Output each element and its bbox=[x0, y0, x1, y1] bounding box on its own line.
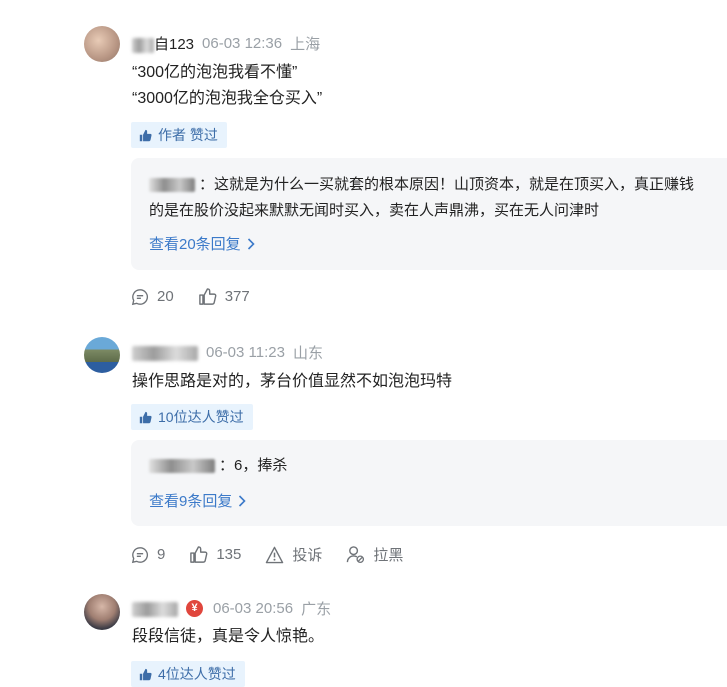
report-button[interactable]: 投诉 bbox=[265, 544, 322, 565]
thumbs-up-icon bbox=[139, 129, 152, 141]
username[interactable] bbox=[132, 344, 198, 361]
vip-badge-icon: ¥ bbox=[186, 600, 203, 617]
avatar[interactable] bbox=[84, 337, 120, 373]
thumbs-up-icon bbox=[198, 288, 217, 305]
comment-location: 山东 bbox=[292, 345, 323, 362]
comment-actions: 9 135 投诉 拉黑 bbox=[131, 544, 427, 565]
avatar[interactable] bbox=[84, 594, 120, 630]
reply-author[interactable] bbox=[149, 459, 215, 474]
thumbs-up-icon bbox=[139, 668, 152, 680]
comment-text: 操作思路是对的，茅台价值显然不如泡泡玛特 bbox=[132, 369, 452, 395]
comment-line: 操作思路是对的，茅台价值显然不如泡泡玛特 bbox=[132, 373, 453, 390]
view-replies-link[interactable]: 查看9条回复 bbox=[149, 490, 246, 511]
comment-line: 段段信徒，真是令人惊艳。 bbox=[132, 628, 325, 645]
experts-liked-badge[interactable]: 10位达人赞过 bbox=[131, 404, 253, 430]
comment-location: 上海 bbox=[290, 36, 321, 53]
experts-liked-badge[interactable]: 4位达人赞过 bbox=[131, 661, 245, 687]
reply-preview: ：这就是为什么一买就套的根本原因！山顶资本，就是在顶买入，真正赚钱 的是在股价没… bbox=[131, 158, 727, 270]
chevron-right-icon bbox=[239, 494, 246, 507]
reply-author[interactable] bbox=[149, 178, 195, 193]
user-block-icon bbox=[347, 546, 365, 564]
warning-icon bbox=[266, 546, 284, 563]
reply-text: 的是在股价没起来默默无闻时买入，卖在人声鼎沸，买在无人问津时 bbox=[149, 202, 600, 219]
like-button[interactable]: 377 bbox=[198, 287, 250, 306]
reply-text: ：这就是为什么一买就套的根本原因！山顶资本，就是在顶买入，真正赚钱 bbox=[149, 172, 694, 198]
comment-meta: 06-03 11:23 山东 bbox=[132, 342, 323, 363]
chevron-right-icon bbox=[247, 237, 255, 250]
comment-line: “3000亿的泡泡我全仓买入” bbox=[132, 90, 323, 107]
thumbs-up-icon bbox=[190, 546, 208, 563]
comment-time: 06-03 12:36 bbox=[202, 35, 283, 52]
reply-text: ：6，捧杀 bbox=[149, 453, 287, 479]
reply-preview: ：6，捧杀 查看9条回复 bbox=[131, 440, 727, 526]
comment-bubble-icon bbox=[131, 546, 149, 563]
comment-line: “300亿的泡泡我看不懂” bbox=[132, 64, 298, 81]
author-liked-badge: 作者 赞过 bbox=[131, 122, 227, 148]
reply-button[interactable]: 20 bbox=[131, 288, 174, 306]
reply-button[interactable]: 9 bbox=[131, 546, 165, 564]
block-user-button[interactable]: 拉黑 bbox=[346, 544, 403, 565]
comment-time: 06-03 20:56 bbox=[213, 600, 294, 617]
comment-text: “300亿的泡泡我看不懂” “3000亿的泡泡我全仓买入” bbox=[132, 60, 322, 112]
comment-text: 段段信徒，真是令人惊艳。 bbox=[132, 624, 324, 650]
like-button[interactable]: 135 bbox=[189, 545, 241, 564]
thumbs-up-icon bbox=[139, 411, 152, 423]
comment-location: 广东 bbox=[301, 601, 332, 618]
comment-bubble-icon bbox=[131, 288, 149, 305]
avatar[interactable] bbox=[84, 26, 120, 62]
view-replies-link[interactable]: 查看20条回复 bbox=[149, 233, 255, 254]
username[interactable]: 自123 bbox=[132, 33, 194, 54]
username[interactable] bbox=[132, 600, 178, 617]
comment-actions: 20 377 bbox=[131, 287, 274, 306]
comment-time: 06-03 11:23 bbox=[206, 344, 285, 361]
comment-meta: ¥ 06-03 20:56 广东 bbox=[132, 598, 331, 619]
comment-meta: 自123 06-03 12:36 上海 bbox=[132, 33, 320, 54]
